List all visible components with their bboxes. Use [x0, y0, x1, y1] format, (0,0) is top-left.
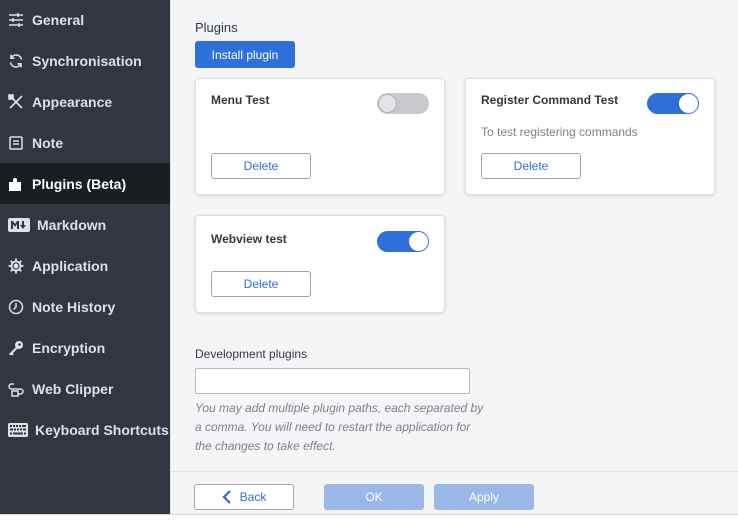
delete-plugin-button[interactable]: Delete: [211, 153, 311, 179]
sidebar-item-label: Markdown: [37, 216, 107, 233]
sidebar-item-label: Keyboard Shortcuts: [35, 421, 169, 438]
sidebar-item-label: Application: [32, 257, 109, 274]
chevron-left-icon: [222, 490, 231, 504]
sidebar-item-label: General: [32, 11, 85, 28]
sidebar-item-label: Encryption: [32, 339, 106, 356]
plugin-card-webview-test: Webview test Delete: [195, 215, 445, 313]
clipper-icon: [7, 380, 25, 398]
toggle-knob: [378, 94, 397, 113]
section-title: Plugins: [195, 20, 238, 35]
plugin-description: To test registering commands: [481, 125, 638, 139]
puzzle-icon: [7, 175, 25, 193]
background-window-strip: [0, 514, 738, 521]
sliders-icon: [7, 11, 25, 29]
sidebar-item-general[interactable]: General: [0, 0, 170, 40]
sidebar-item-label: Note History: [32, 298, 116, 315]
delete-plugin-button[interactable]: Delete: [211, 271, 311, 297]
ok-button[interactable]: OK: [324, 484, 424, 510]
plugin-enable-toggle[interactable]: [647, 93, 699, 114]
development-plugins-help: You may add multiple plugin paths, each …: [195, 401, 484, 453]
paint-tools-icon: [7, 93, 25, 111]
keyboard-icon: [7, 421, 29, 439]
history-icon: [7, 298, 25, 316]
plugins-settings-panel: Plugins Install plugin Menu Test Delete …: [170, 0, 738, 521]
back-button-label: Back: [239, 490, 267, 504]
development-plugins-input[interactable]: [195, 368, 470, 394]
sidebar-item-synchronisation[interactable]: Synchronisation: [0, 40, 170, 81]
apply-button[interactable]: Apply: [434, 484, 534, 510]
sidebar-item-note[interactable]: Note: [0, 122, 170, 163]
plugin-card-menu-test: Menu Test Delete: [195, 78, 445, 195]
toggle-knob: [409, 232, 428, 251]
plugin-card-register-command-test: Register Command Test To test registerin…: [465, 78, 715, 195]
plugin-enable-toggle[interactable]: [377, 93, 429, 114]
sidebar-item-plugins[interactable]: Plugins (Beta): [0, 163, 170, 204]
plugin-name: Webview test: [211, 232, 287, 246]
sidebar-item-application[interactable]: Application: [0, 245, 170, 286]
key-icon: [7, 339, 25, 357]
install-plugin-button[interactable]: Install plugin: [195, 41, 295, 68]
plugin-enable-toggle[interactable]: [377, 231, 429, 252]
back-button[interactable]: Back: [194, 484, 294, 510]
sidebar-item-label: Plugins (Beta): [32, 175, 127, 192]
plugin-name: Register Command Test: [481, 93, 619, 107]
sidebar-item-label: Appearance: [32, 93, 113, 110]
plugin-name: Menu Test: [211, 93, 270, 107]
markdown-icon: [7, 216, 31, 234]
note-icon: [7, 134, 25, 152]
toggle-knob: [679, 94, 698, 113]
delete-plugin-button[interactable]: Delete: [481, 153, 581, 179]
sidebar-item-encryption[interactable]: Encryption: [0, 327, 170, 368]
sidebar-item-label: Web Clipper: [32, 380, 114, 397]
settings-sidebar: General Synchronisation Appearance Note: [0, 0, 170, 521]
sidebar-item-label: Synchronisation: [32, 52, 142, 69]
sidebar-item-note-history[interactable]: Note History: [0, 286, 170, 327]
development-plugins-label: Development plugins: [195, 347, 308, 361]
sync-icon: [7, 52, 25, 70]
gear-icon: [7, 257, 25, 275]
sidebar-item-keyboard-shortcuts[interactable]: Keyboard Shortcuts: [0, 409, 170, 450]
sidebar-item-web-clipper[interactable]: Web Clipper: [0, 368, 170, 409]
sidebar-item-markdown[interactable]: Markdown: [0, 204, 170, 245]
sidebar-item-label: Note: [32, 134, 64, 151]
sidebar-item-appearance[interactable]: Appearance: [0, 81, 170, 122]
